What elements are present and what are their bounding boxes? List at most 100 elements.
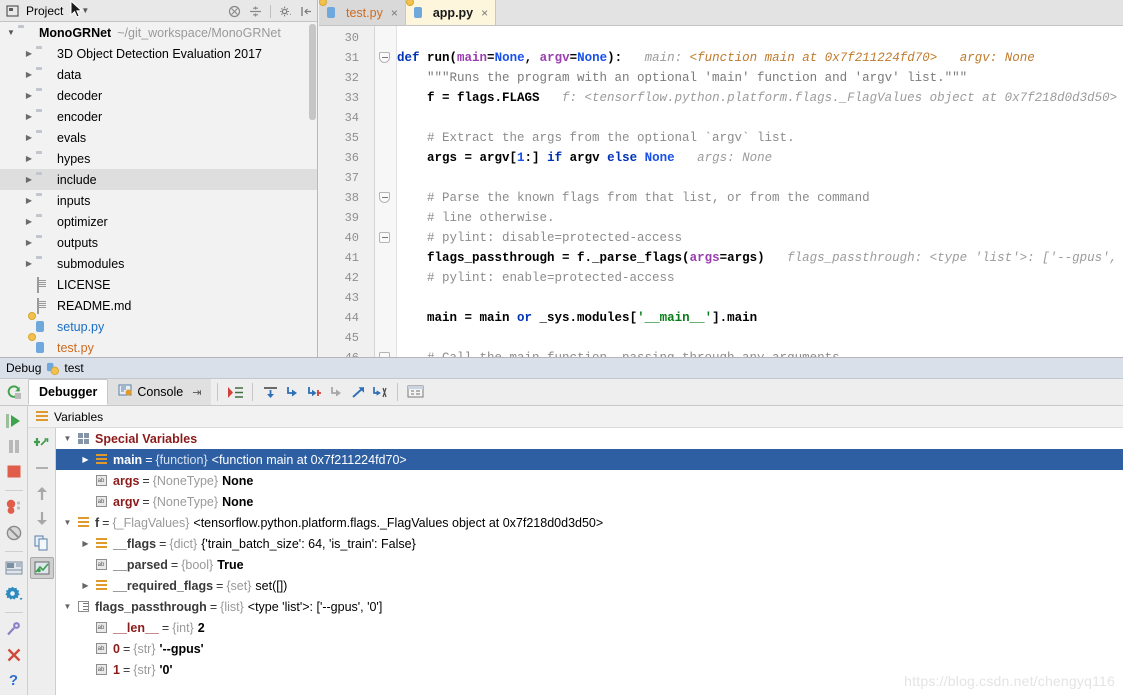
chevron-right-icon[interactable]: ▶ [22, 49, 36, 58]
code-line[interactable]: # Parse the known flags from that list, … [397, 188, 870, 208]
pin-tab-button[interactable] [2, 618, 26, 640]
step-into-icon[interactable] [281, 382, 303, 402]
code-line[interactable]: main = main or _sys.modules['__main__'].… [397, 308, 757, 328]
restore-layout-button[interactable] [2, 557, 26, 579]
editor-tab-test-py[interactable]: test.py × [319, 0, 406, 25]
tree-item-3d-object-detection-evaluation-2017[interactable]: ▶ 3D Object Detection Evaluation 2017 [0, 43, 317, 64]
chevron-down-icon[interactable]: ▼ [60, 518, 75, 527]
line-number[interactable]: 42 [319, 268, 359, 288]
editor-gutter[interactable]: 3031323334353637383940414243444546474849… [319, 26, 375, 357]
code-editor[interactable]: 3031323334353637383940414243444546474849… [319, 26, 1123, 357]
chevron-down-icon[interactable]: ▼ [60, 434, 75, 443]
editor-tab-app-py[interactable]: app.py × [405, 0, 497, 25]
tree-item-outputs[interactable]: ▶ outputs [0, 232, 317, 253]
code-line[interactable]: # pylint: enable=protected-access [397, 268, 675, 288]
chevron-right-icon[interactable]: ▶ [22, 175, 36, 184]
code-line[interactable]: # Call the main function, passing throug… [397, 348, 840, 357]
force-step-into-icon[interactable] [303, 382, 325, 402]
line-number[interactable]: 39 [319, 208, 359, 228]
mute-breakpoints-button[interactable] [2, 522, 26, 544]
pin-console-icon[interactable]: ⇥ [192, 386, 201, 399]
split-icon[interactable] [249, 5, 262, 18]
stop-program-button[interactable] [2, 461, 26, 483]
chevron-right-icon[interactable]: ▶ [22, 259, 36, 268]
variable-row[interactable]: ab argv = {NoneType} None [56, 491, 1123, 512]
line-number[interactable]: 31 [319, 48, 359, 68]
chevron-right-icon[interactable]: ▶ [22, 217, 36, 226]
line-number[interactable]: 38 [319, 188, 359, 208]
copy-value-button[interactable] [30, 532, 54, 554]
line-number[interactable]: 30 [319, 28, 359, 48]
variable-row[interactable]: ▼ Special Variables [56, 428, 1123, 449]
variables-tree[interactable]: ▼ Special Variables ▶ main = {function} <funct… [56, 428, 1123, 695]
tree-item-submodules[interactable]: ▶ submodules [0, 253, 317, 274]
step-over-icon[interactable] [259, 382, 281, 402]
chevron-right-icon[interactable]: ▶ [22, 238, 36, 247]
chevron-right-icon[interactable]: ▶ [22, 70, 36, 79]
variable-row[interactable]: ▶ __required_flags = {set} set([]) [56, 575, 1123, 596]
variable-row[interactable]: ab 0 = {str} '--gpus' [56, 638, 1123, 659]
line-number[interactable]: 45 [319, 328, 359, 348]
project-tree-scrollbar[interactable] [309, 24, 316, 120]
close-icon[interactable]: × [391, 6, 398, 20]
remove-watch-button[interactable] [30, 457, 54, 479]
code-fold-icon[interactable] [379, 232, 392, 245]
tree-item-readme-md[interactable]: README.md [0, 295, 317, 316]
line-number[interactable]: 33 [319, 88, 359, 108]
variable-row[interactable]: ▶ main = {function} <function main at 0x7f21… [56, 449, 1123, 470]
variable-row[interactable]: ab __parsed = {bool} True [56, 554, 1123, 575]
step-out-icon[interactable] [325, 382, 347, 402]
run-to-cursor-icon[interactable] [347, 382, 369, 402]
line-number[interactable]: 34 [319, 108, 359, 128]
code-line[interactable]: f = flags.FLAGS f: <tensorflow.python.pl… [397, 88, 1117, 108]
line-number[interactable]: 36 [319, 148, 359, 168]
add-watch-button[interactable] [30, 432, 54, 454]
tree-item-hypes[interactable]: ▶ hypes [0, 148, 317, 169]
chevron-right-icon[interactable]: ▶ [22, 112, 36, 121]
project-tree[interactable]: ▼ MonoGRNet ~/git_workspace/MonoGRNet ▶ 3D O… [0, 22, 317, 357]
line-number[interactable]: 32 [319, 68, 359, 88]
settings-gear-icon[interactable] [279, 5, 292, 18]
code-fold-icon[interactable] [379, 192, 392, 205]
settings-button[interactable] [2, 583, 26, 605]
close-button[interactable] [2, 644, 26, 666]
chevron-down-icon[interactable]: ▼ [60, 602, 75, 611]
tab-console[interactable]: Console ⇥ [108, 379, 212, 405]
chevron-down-icon[interactable]: ▼ [4, 28, 18, 37]
code-line[interactable]: # pylint: disable=protected-access [397, 228, 682, 248]
code-line[interactable]: """Runs the program with an optional 'ma… [397, 68, 967, 88]
variable-row[interactable]: ▶ __flags = {dict} {'train_batch_size': 64, … [56, 533, 1123, 554]
chevron-right-icon[interactable]: ▶ [78, 455, 93, 464]
tree-item-encoder[interactable]: ▶ encoder [0, 106, 317, 127]
tree-item-data[interactable]: ▶ data [0, 64, 317, 85]
tree-item-setup-py[interactable]: setup.py [0, 312, 317, 337]
line-number[interactable]: 44 [319, 308, 359, 328]
code-line[interactable]: # line otherwise. [397, 208, 555, 228]
tree-item-monogrnet[interactable]: ▼ MonoGRNet ~/git_workspace/MonoGRNet [0, 22, 317, 43]
chevron-right-icon[interactable]: ▶ [22, 154, 36, 163]
variable-row[interactable]: ▼ flags_passthrough = {list} <type 'list'>: … [56, 596, 1123, 617]
tree-item-decoder[interactable]: ▶ decoder [0, 85, 317, 106]
line-number[interactable]: 40 [319, 228, 359, 248]
code-fold-icon[interactable] [379, 52, 392, 65]
chevron-right-icon[interactable]: ▶ [78, 539, 93, 548]
code-line[interactable]: def run(main=None, argv=None): main: <fu… [397, 48, 1035, 68]
variable-row[interactable]: ab args = {NoneType} None [56, 470, 1123, 491]
tree-item-inputs[interactable]: ▶ inputs [0, 190, 317, 211]
tree-item-license[interactable]: LICENSE [0, 274, 317, 295]
hide-panel-icon[interactable] [300, 5, 313, 18]
code-line[interactable]: flags_passthrough = f._parse_flags(args=… [397, 248, 1123, 268]
move-up-button[interactable] [30, 482, 54, 504]
line-number[interactable]: 46 [319, 348, 359, 357]
variable-row[interactable]: ▼ f = {_FlagValues} <tensorflow.python.platf… [56, 512, 1123, 533]
inspect-watch-button[interactable] [29, 557, 54, 579]
chevron-right-icon[interactable]: ▶ [22, 133, 36, 142]
show-execution-point-icon[interactable] [224, 382, 246, 402]
collapse-all-icon[interactable] [228, 5, 241, 18]
resume-program-button[interactable] [2, 410, 26, 432]
tree-item-test-py[interactable]: test.py [0, 333, 317, 357]
chevron-right-icon[interactable]: ▶ [22, 196, 36, 205]
line-number[interactable]: 43 [319, 288, 359, 308]
tree-item-include[interactable]: ▶ include [0, 169, 317, 190]
view-breakpoints-button[interactable] [2, 496, 26, 518]
